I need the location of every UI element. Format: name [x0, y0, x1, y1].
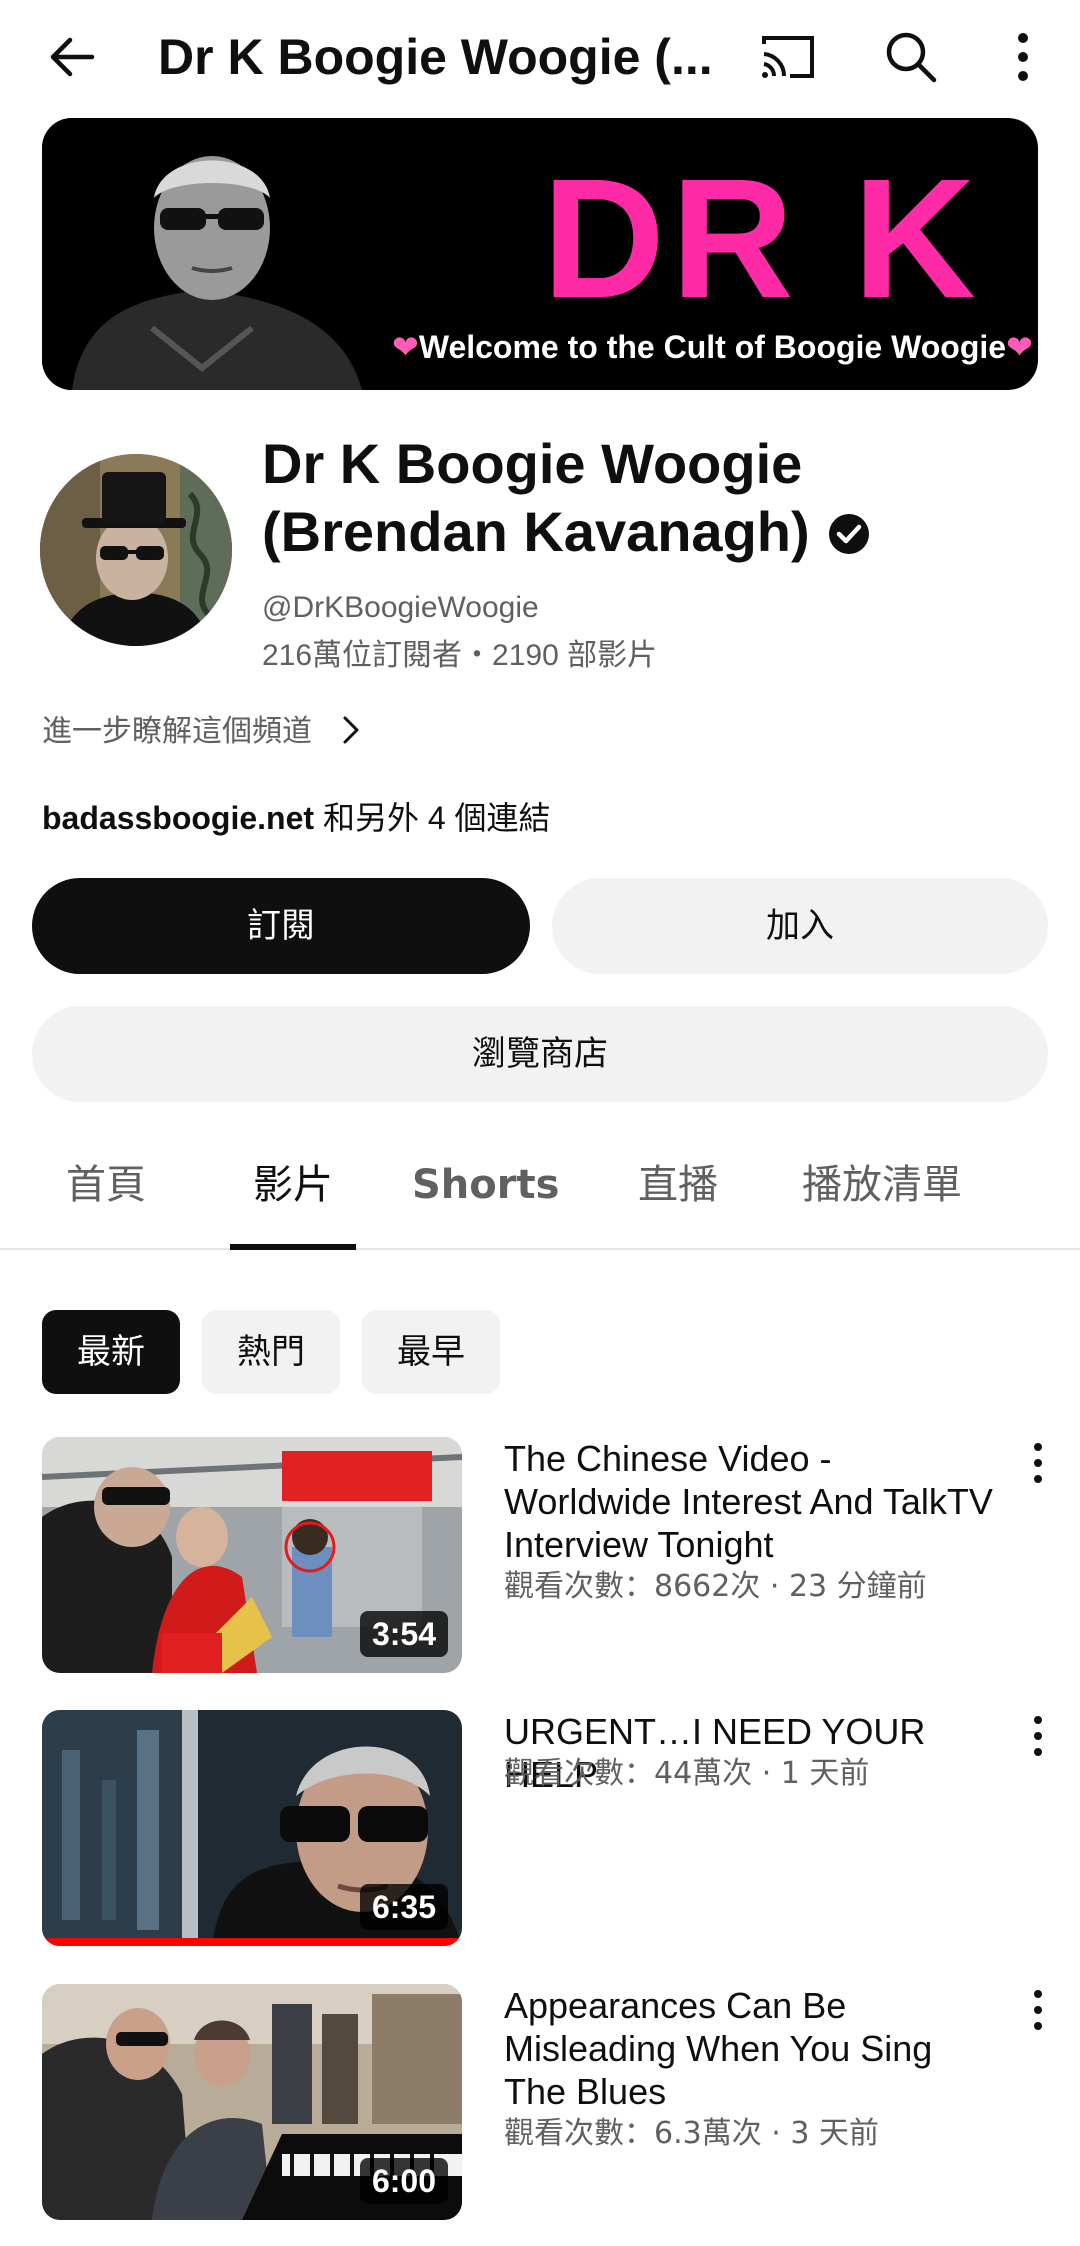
- video-duration: 6:00: [359, 2158, 448, 2204]
- video-thumbnail[interactable]: 6:00: [42, 1984, 462, 2220]
- more-vert-icon[interactable]: [1020, 1986, 1056, 2034]
- more-vert-icon[interactable]: [1020, 1712, 1056, 1760]
- banner-portrait-image: [42, 118, 442, 390]
- video-meta: 觀看次數：8662次 · 23 分鐘前: [504, 1569, 927, 1604]
- heart-icon: ❤: [1006, 329, 1033, 365]
- video-title[interactable]: Appearances Can Be Misleading When You S…: [504, 1984, 994, 2113]
- banner-tagline-text: Welcome to the Cult of Boogie Woogie: [418, 329, 1007, 365]
- video-item[interactable]: 6:00 Appearances Can Be Misleading When …: [0, 1984, 1080, 2220]
- channel-stats: 216萬位訂閱者・2190 部影片: [262, 639, 658, 672]
- learn-more-link[interactable]: 進一步瞭解這個頻道: [42, 710, 542, 754]
- filter-chip-latest[interactable]: 最新: [42, 1310, 180, 1394]
- cast-icon[interactable]: [752, 22, 822, 92]
- watch-progress-bar: [42, 1938, 462, 1946]
- video-thumbnail[interactable]: 6:35: [42, 1710, 462, 1946]
- search-icon[interactable]: [876, 22, 946, 92]
- page-title: Dr K Boogie Woogie (...: [158, 29, 713, 85]
- channel-banner: DR K ❤Welcome to the Cult of Boogie Woog…: [42, 118, 1038, 390]
- join-button[interactable]: 加入: [552, 878, 1048, 974]
- heart-icon: ❤: [392, 329, 419, 365]
- video-meta: 觀看次數：44萬次 · 1 天前: [504, 1756, 870, 1791]
- subscribe-button[interactable]: 訂閱: [32, 878, 530, 974]
- banner-tagline: ❤Welcome to the Cult of Boogie Woogie❤: [392, 324, 1033, 370]
- video-duration: 6:35: [359, 1884, 448, 1930]
- verified-badge-icon: [828, 514, 869, 554]
- channel-avatar[interactable]: [40, 454, 232, 646]
- tab-home[interactable]: 首頁: [44, 1130, 168, 1248]
- store-button[interactable]: 瀏覽商店: [32, 1006, 1048, 1102]
- channel-links[interactable]: badassboogie.net 和另外 4 個連結: [42, 796, 842, 840]
- channel-name: Dr K Boogie Woogie (Brendan Kavanagh): [262, 430, 1042, 580]
- learn-more-label: 進一步瞭解這個頻道: [42, 715, 312, 748]
- more-vert-icon[interactable]: [1020, 1439, 1056, 1487]
- channel-page: Dr K Boogie Woogie (... DR K ❤Welcome to…: [0, 0, 1080, 2246]
- video-duration: 3:54: [359, 1611, 448, 1657]
- top-app-bar: Dr K Boogie Woogie (...: [0, 0, 1080, 112]
- filter-chip-oldest[interactable]: 最早: [362, 1310, 500, 1394]
- tab-shorts[interactable]: Shorts: [412, 1130, 559, 1248]
- video-title[interactable]: The Chinese Video - Worldwide Interest A…: [504, 1437, 994, 1566]
- tab-live[interactable]: 直播: [616, 1130, 740, 1248]
- channel-link-main[interactable]: badassboogie.net: [42, 800, 314, 836]
- chevron-right-icon: [343, 716, 359, 744]
- channel-tabs: 首頁 影片 Shorts 直播 播放清單: [0, 1130, 1080, 1250]
- channel-handle: @DrKBoogieWoogie: [262, 591, 539, 624]
- filter-chip-popular[interactable]: 熱門: [202, 1310, 340, 1394]
- video-item[interactable]: 6:35 URGENT…I NEED YOUR HELP 觀看次數：44萬次 ·…: [0, 1710, 1080, 1946]
- video-meta: 觀看次數：6.3萬次 · 3 天前: [504, 2116, 879, 2151]
- channel-link-more: 和另外 4 個連結: [314, 800, 551, 836]
- back-arrow-icon[interactable]: [40, 22, 110, 92]
- tab-videos[interactable]: 影片: [230, 1130, 356, 1250]
- more-vert-icon[interactable]: [988, 22, 1058, 92]
- tab-playlists[interactable]: 播放清單: [796, 1130, 968, 1248]
- video-thumbnail[interactable]: 3:54: [42, 1437, 462, 1673]
- channel-name-line1: Dr K Boogie Woogie: [262, 432, 803, 495]
- channel-name-line2: (Brendan Kavanagh): [262, 500, 810, 563]
- video-item[interactable]: 3:54 The Chinese Video - Worldwide Inter…: [0, 1437, 1080, 1673]
- banner-headline: DR K: [542, 144, 982, 334]
